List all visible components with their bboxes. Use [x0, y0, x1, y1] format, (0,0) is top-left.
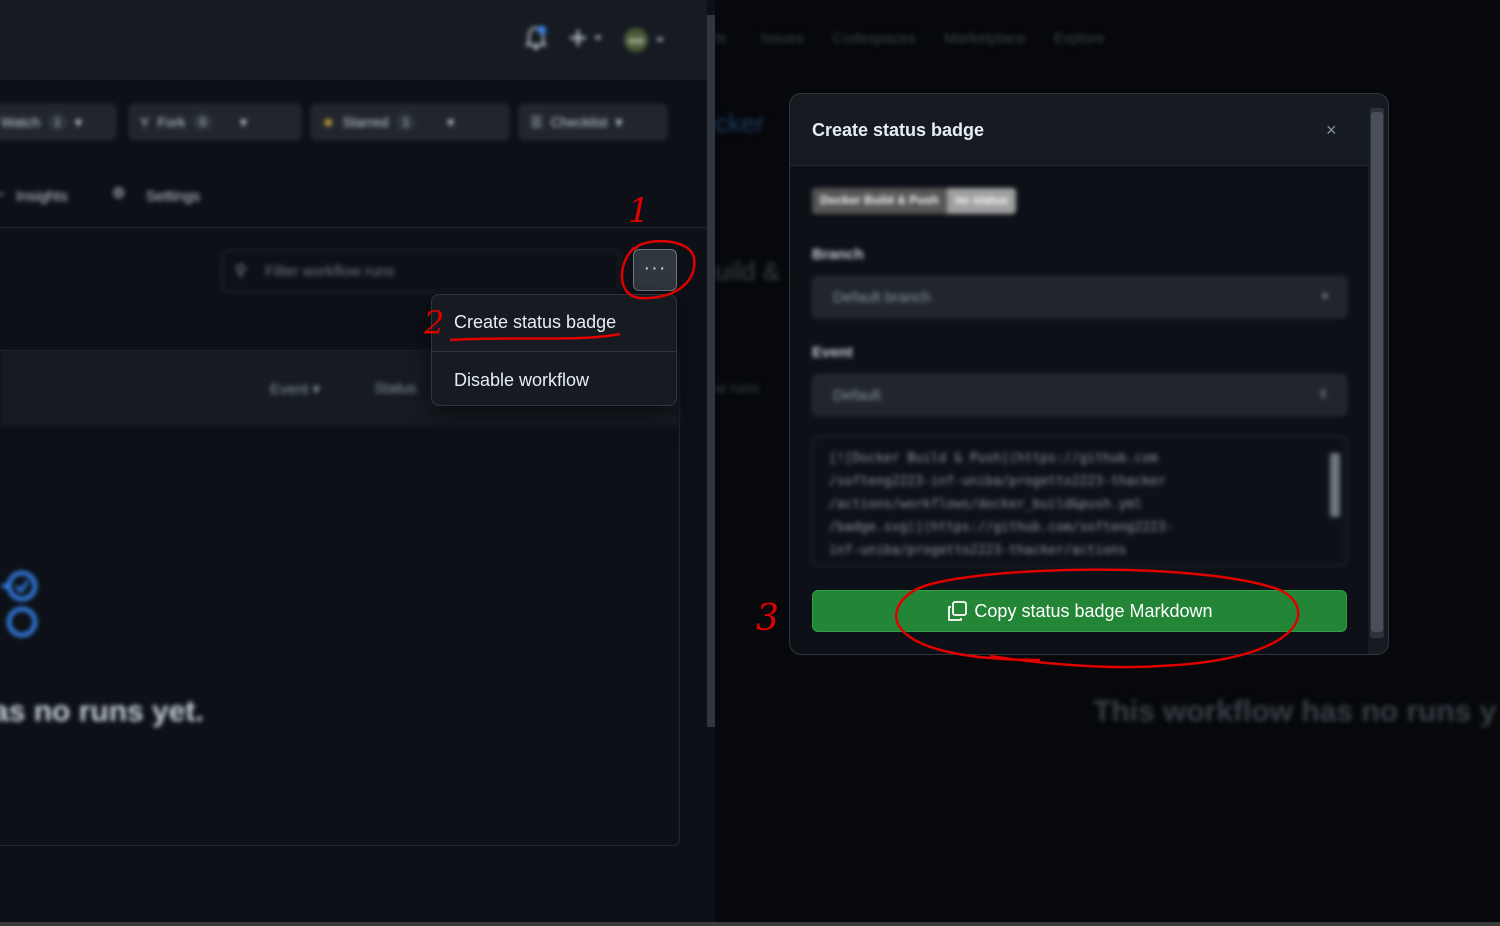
dialog-header: Create status badge ×	[790, 94, 1368, 166]
copy-icon	[948, 601, 968, 621]
branch-select[interactable]: Default branch ▾	[812, 276, 1347, 318]
workflow-options-menu: Create status badge Disable workflow	[431, 294, 677, 406]
badge-preview: Docker Build & Push no status	[812, 188, 1017, 214]
checklist-button[interactable]: ☰ Checklist ▾	[519, 104, 667, 140]
nav-item: Marketplace	[943, 30, 1026, 47]
top-header	[0, 0, 707, 80]
copy-status-badge-markdown-button[interactable]: Copy status badge Markdown	[812, 590, 1347, 632]
checklist-label: Checklist	[550, 114, 608, 130]
chevron-down-icon: ▾	[615, 113, 623, 130]
chevron-down-icon: ▾	[447, 113, 455, 130]
workflow-options-button[interactable]: ···	[633, 249, 677, 291]
search-icon: ⚲	[235, 263, 247, 280]
markdown-line: /badge.svg)](https://github.com/softeng2…	[829, 520, 1174, 535]
avatar[interactable]	[622, 26, 670, 60]
background-repo-name: cker	[715, 108, 765, 138]
right-window: ts Issues Codespaces Marketplace Explore…	[715, 0, 1500, 926]
taskbar-edge	[0, 922, 1500, 926]
filter-workflow-runs-input[interactable]: ⚲ Filter workflow runs	[222, 250, 620, 292]
empty-state-text: as no runs yet.	[0, 695, 204, 728]
dialog-title: Create status badge	[812, 120, 985, 140]
fork-count: 0	[193, 114, 213, 130]
chevron-down-icon: ▾	[240, 113, 248, 130]
watch-label: Watch	[1, 114, 41, 130]
markdown-line: [![Docker Build & Push](https://github.c…	[829, 451, 1158, 466]
badge-markdown-textarea[interactable]: [![Docker Build & Push](https://github.c…	[812, 436, 1347, 566]
workflow-icon	[2, 570, 40, 640]
copy-button-label: Copy status badge Markdown	[974, 600, 1213, 621]
star-icon: ★	[322, 113, 335, 130]
status-filter[interactable]: Status	[374, 380, 417, 397]
graph-icon: ⌐	[0, 186, 5, 203]
branch-label: Branch	[812, 246, 864, 263]
chevron-down-icon: ▾	[74, 113, 82, 130]
starred-button[interactable]: ★ Starred 1 ▾	[311, 104, 509, 140]
background-nav: ts Issues Codespaces Marketplace Explore	[715, 30, 1129, 47]
window-divider	[707, 15, 715, 727]
starred-label: Starred	[342, 114, 389, 130]
dialog-scrollbar[interactable]	[1370, 108, 1384, 638]
event-label: Event	[812, 344, 853, 361]
textarea-scrollbar[interactable]	[1330, 453, 1340, 517]
chevron-down-icon: ▾	[1321, 289, 1328, 303]
scrollbar-thumb[interactable]	[1371, 112, 1383, 632]
gear-icon: ⚙	[112, 185, 126, 202]
background-heading: uild &	[715, 256, 781, 286]
nav-item: Explore	[1053, 30, 1105, 47]
background-runs-label: w runs	[715, 380, 760, 397]
watch-count: 1	[48, 114, 67, 130]
fork-button[interactable]: Y Fork 0 ▾	[129, 104, 301, 140]
nav-item: Issues	[760, 30, 805, 47]
markdown-line: /softeng2223-inf-uniba/progetto2223-thac…	[829, 474, 1166, 489]
tab-settings[interactable]: Settings	[146, 188, 200, 205]
left-window: Watch 1 ▾ Y Fork 0 ▾ ★ Starred 1 ▾ ☰ Che…	[0, 0, 707, 926]
menu-item-disable-workflow[interactable]: Disable workflow	[432, 353, 676, 407]
starred-count: 1	[396, 114, 416, 130]
event-select[interactable]: Default ⇕	[812, 374, 1347, 416]
markdown-line: inf-uniba/progetto2223-thacker/actions	[829, 543, 1127, 558]
markdown-line: /actions/workflows/docker_build&push.yml	[829, 497, 1143, 512]
menu-divider	[432, 351, 676, 352]
badge-right-text: no status	[946, 188, 1017, 214]
nav-item: Codespaces	[832, 30, 916, 47]
fork-icon: Y	[140, 114, 150, 130]
bell-icon[interactable]	[525, 26, 547, 58]
plus-icon[interactable]	[568, 26, 604, 56]
filter-placeholder: Filter workflow runs	[265, 263, 395, 280]
event-filter[interactable]: Event ▾	[270, 380, 320, 398]
background-empty-text: This workflow has no runs y	[1093, 695, 1497, 728]
list-icon: ☰	[530, 113, 543, 130]
menu-item-create-status-badge[interactable]: Create status badge	[432, 295, 676, 349]
updown-arrow-icon: ⇕	[1317, 387, 1328, 401]
tab-insights[interactable]: Insights	[16, 188, 68, 205]
branch-value: Default branch	[833, 289, 931, 306]
fork-label: Fork	[157, 114, 186, 130]
event-value: Default	[833, 387, 881, 404]
badge-left-text: Docker Build & Push	[812, 188, 947, 214]
tabs-divider	[0, 227, 707, 228]
nav-item: ts	[715, 30, 727, 47]
watch-button[interactable]: Watch 1 ▾	[0, 104, 116, 140]
create-status-badge-dialog: Create status badge × Docker Build & Pus…	[789, 93, 1389, 655]
close-icon[interactable]: ×	[1326, 120, 1337, 141]
